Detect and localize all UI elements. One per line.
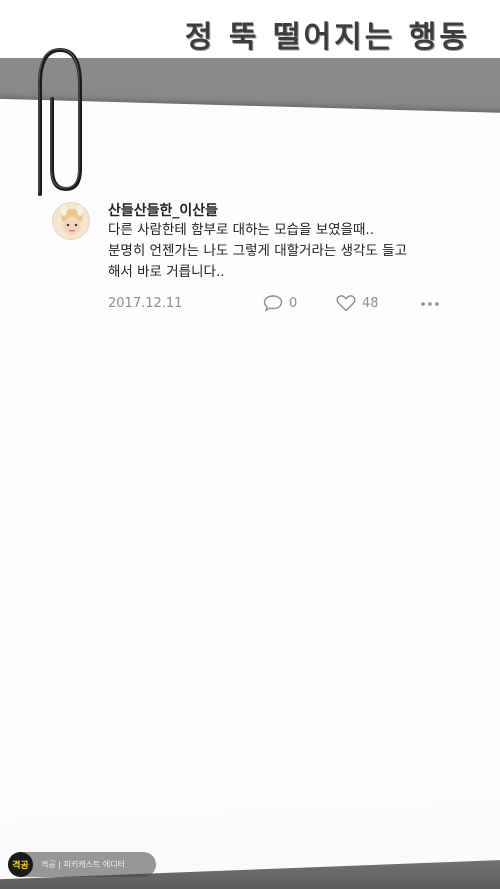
- comment-icon: [263, 295, 283, 312]
- more-dots-icon: [421, 302, 439, 306]
- more-options-button[interactable]: [420, 294, 440, 314]
- page-title: 정 뚝 떨어지는 행동: [184, 20, 470, 55]
- editor-badge[interactable]: 격공 격공 | 피키캐스트 에디터: [8, 852, 156, 877]
- editor-label: 격공 | 피키캐스트 에디터: [41, 860, 125, 869]
- post-meta: 2017.12.11 0 48: [108, 294, 440, 316]
- post-line: 다른 사람한테 함부로 대하는 모습을 보였을때..: [108, 222, 375, 238]
- like-button[interactable]: 48: [336, 294, 379, 312]
- post-line: 분명히 언젠가는 나도 그렇게 대할거라는 생각도 들고: [108, 243, 407, 259]
- post-author[interactable]: 산들산들한_이산들: [108, 200, 218, 220]
- comment-button[interactable]: 0: [263, 294, 297, 312]
- post-body: 다른 사람한테 함부로 대하는 모습을 보였을때.. 분명히 언젠가는 나도 그…: [108, 220, 460, 283]
- like-count: 48: [362, 295, 379, 311]
- post-date: 2017.12.11: [108, 296, 183, 311]
- paperclip-icon: [38, 47, 82, 196]
- comment-count: 0: [289, 295, 298, 311]
- editor-logo: 격공: [8, 852, 33, 877]
- avatar[interactable]: [52, 202, 90, 240]
- heart-icon: [336, 295, 356, 312]
- post-line: 해서 바로 거릅니다..: [108, 264, 225, 280]
